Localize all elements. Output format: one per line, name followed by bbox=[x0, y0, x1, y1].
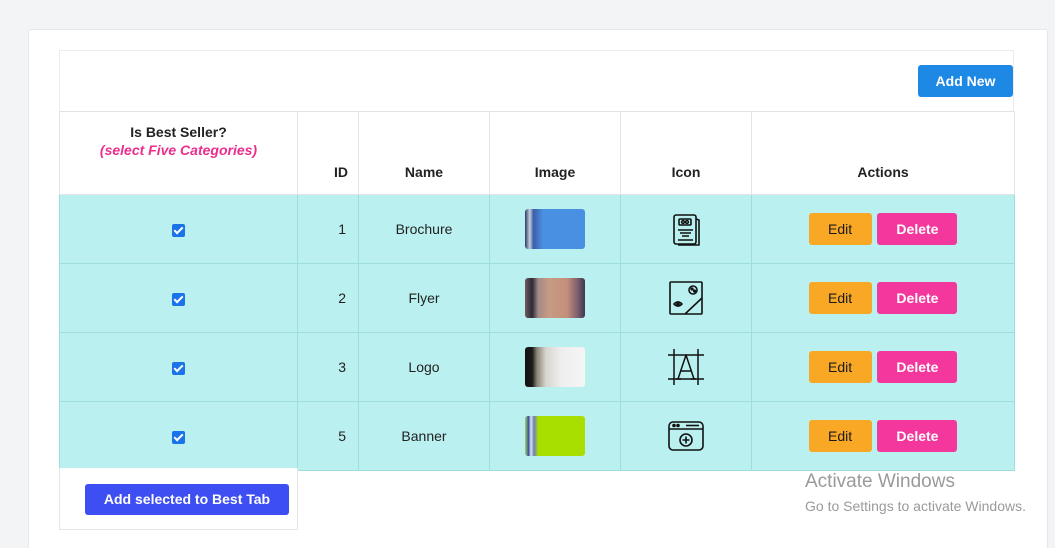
name-cell: Flyer bbox=[358, 263, 490, 333]
delete-button[interactable]: Delete bbox=[877, 282, 958, 314]
best-seller-hint: (select Five Categories) bbox=[99, 142, 258, 158]
header-name: Name bbox=[358, 111, 490, 195]
add-new-button[interactable]: Add New bbox=[918, 65, 1013, 97]
edit-button[interactable]: Edit bbox=[808, 351, 872, 383]
edit-button[interactable]: Edit bbox=[808, 213, 872, 245]
header-actions: Actions bbox=[751, 111, 1015, 195]
best-seller-checkbox[interactable] bbox=[172, 223, 185, 237]
image-cell bbox=[489, 263, 621, 333]
actions-cell: Edit Delete bbox=[751, 194, 1015, 264]
icon-cell bbox=[620, 401, 752, 471]
icon-cell bbox=[620, 194, 752, 264]
best-seller-cell bbox=[59, 401, 298, 471]
brochure-thumbnail bbox=[525, 209, 585, 249]
best-seller-checkbox[interactable] bbox=[172, 292, 185, 306]
icon-cell bbox=[620, 332, 752, 402]
delete-button[interactable]: Delete bbox=[877, 420, 958, 452]
delete-button[interactable]: Delete bbox=[877, 351, 958, 383]
edit-button[interactable]: Edit bbox=[808, 420, 872, 452]
banner-thumbnail bbox=[525, 416, 585, 456]
actions-cell: Edit Delete bbox=[751, 332, 1015, 402]
logo-icon bbox=[668, 349, 704, 385]
image-cell bbox=[489, 332, 621, 402]
edit-button[interactable]: Edit bbox=[808, 282, 872, 314]
header-icon: Icon bbox=[620, 111, 752, 195]
actions-cell: Edit Delete bbox=[751, 263, 1015, 333]
best-seller-cell bbox=[59, 332, 298, 402]
id-cell: 1 bbox=[297, 194, 359, 264]
flyer-thumbnail bbox=[525, 278, 585, 318]
icon-cell bbox=[620, 263, 752, 333]
name-cell: Banner bbox=[358, 401, 490, 471]
flyer-icon bbox=[669, 281, 703, 315]
best-seller-title: Is Best Seller? bbox=[130, 124, 227, 140]
id-cell: 5 bbox=[297, 401, 359, 471]
id-cell: 3 bbox=[297, 332, 359, 402]
table-row: 2 Flyer Edit Delete bbox=[59, 263, 1015, 333]
table-row: 1 Brochure Edit Delete bbox=[59, 194, 1015, 264]
best-seller-cell bbox=[59, 194, 298, 264]
header-image: Image bbox=[489, 111, 621, 195]
actions-cell: Edit Delete bbox=[751, 401, 1015, 471]
categories-table: Is Best Seller? (select Five Categories)… bbox=[59, 111, 1015, 471]
brochure-icon bbox=[673, 214, 700, 246]
banner-icon bbox=[668, 421, 704, 451]
best-seller-cell bbox=[59, 263, 298, 333]
table-row: 3 Logo Edit Delete bbox=[59, 332, 1015, 402]
table-header-row: Is Best Seller? (select Five Categories)… bbox=[59, 111, 1015, 195]
id-cell: 2 bbox=[297, 263, 359, 333]
delete-button[interactable]: Delete bbox=[877, 213, 958, 245]
logo-thumbnail bbox=[525, 347, 585, 387]
image-cell bbox=[489, 194, 621, 264]
best-seller-checkbox[interactable] bbox=[172, 361, 185, 375]
header-best-seller: Is Best Seller? (select Five Categories) bbox=[59, 111, 298, 195]
best-seller-checkbox[interactable] bbox=[172, 430, 185, 444]
name-cell: Brochure bbox=[358, 194, 490, 264]
header-id: ID bbox=[297, 111, 359, 195]
table-toolbar bbox=[59, 50, 1014, 112]
add-to-best-tab-button[interactable]: Add selected to Best Tab bbox=[85, 484, 289, 515]
image-cell bbox=[489, 401, 621, 471]
table-row: 5 Banner Edit Delete bbox=[59, 401, 1015, 471]
name-cell: Logo bbox=[358, 332, 490, 402]
